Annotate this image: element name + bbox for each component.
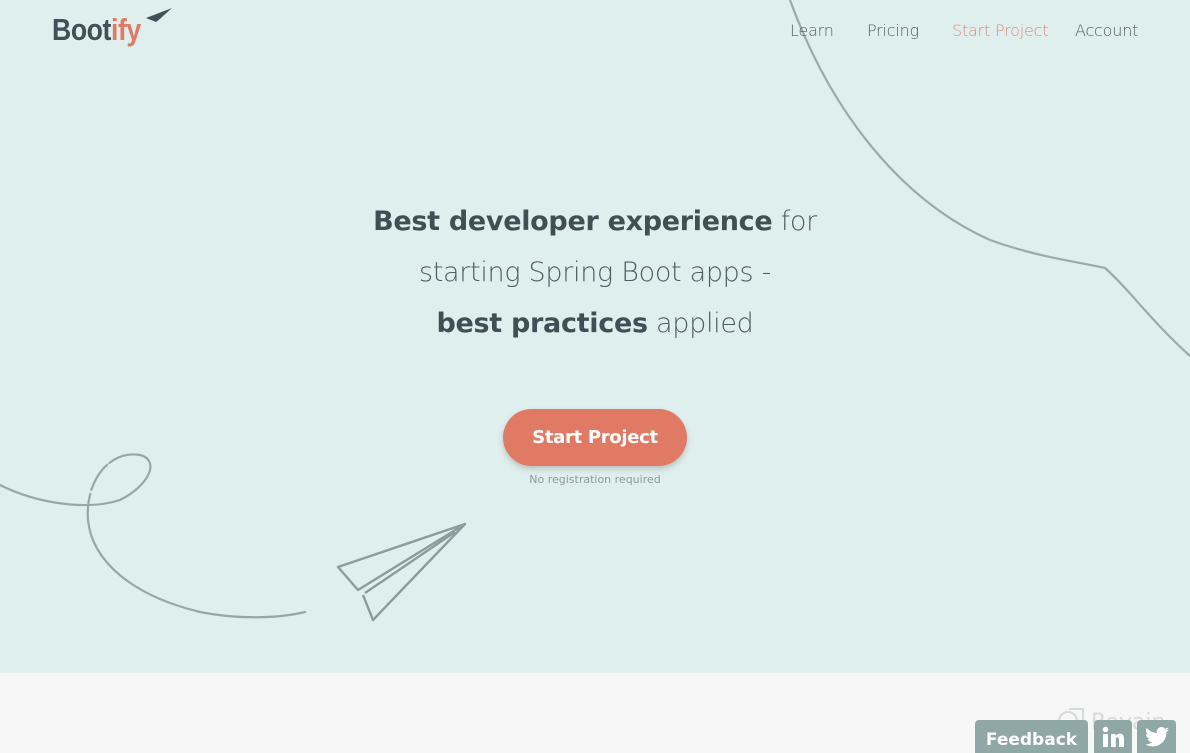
hero-section: Bootify Learn Pricing Start Project Acco… bbox=[0, 0, 1190, 673]
no-registration-note: No registration required bbox=[529, 473, 661, 486]
paper-plane-icon bbox=[146, 8, 172, 22]
nav-pricing[interactable]: Pricing bbox=[867, 19, 919, 43]
nav-account[interactable]: Account bbox=[1075, 19, 1138, 43]
nav-start-project[interactable]: Start Project bbox=[952, 19, 1049, 43]
brand-name: Bootify bbox=[52, 12, 141, 47]
linkedin-button[interactable] bbox=[1094, 720, 1132, 753]
twitter-icon bbox=[1144, 726, 1169, 746]
nav-learn[interactable]: Learn bbox=[790, 19, 834, 43]
twitter-button[interactable] bbox=[1137, 720, 1176, 753]
hero-headline: Best developer experience for starting S… bbox=[0, 196, 1190, 349]
headline-line-3: best practices applied bbox=[436, 308, 754, 339]
linkedin-icon bbox=[1102, 726, 1124, 747]
headline-line-2: starting Spring Boot apps - bbox=[418, 257, 772, 288]
feedback-button[interactable]: Feedback bbox=[975, 720, 1088, 753]
brand-logo[interactable]: Bootify bbox=[52, 8, 172, 50]
paper-plane-icon bbox=[336, 522, 467, 622]
start-project-button[interactable]: Start Project bbox=[503, 409, 687, 466]
headline-line-1: Best developer experience for bbox=[373, 206, 817, 237]
